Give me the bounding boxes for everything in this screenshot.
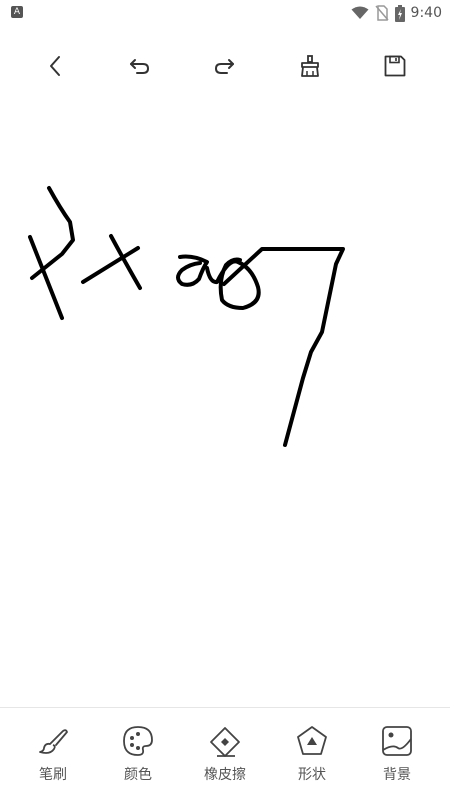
pentagon-icon <box>297 726 327 755</box>
color-tool-label: 颜色 <box>124 767 152 783</box>
stroke <box>205 257 261 310</box>
stroke <box>176 254 209 287</box>
redo-icon <box>214 59 234 74</box>
status-bar: A 9:40 <box>0 0 450 26</box>
redo-button[interactable] <box>204 46 244 86</box>
wifi-icon <box>351 6 369 19</box>
handwriting-strokes <box>28 186 345 447</box>
drawing-canvas[interactable] <box>0 100 450 705</box>
app-notification-icon: A <box>11 6 23 18</box>
no-sim-icon <box>374 5 389 21</box>
stroke <box>30 186 75 280</box>
chevron-left-icon <box>50 56 60 76</box>
broom-icon <box>301 55 319 77</box>
color-tool[interactable]: 颜色 <box>98 724 178 788</box>
battery-charging-icon <box>394 4 405 22</box>
eraser-icon <box>210 727 240 757</box>
brush-icon <box>39 729 68 754</box>
stroke <box>81 246 140 284</box>
top-toolbar <box>0 46 450 86</box>
palette-icon <box>123 726 153 756</box>
shape-tool-label: 形状 <box>298 767 326 783</box>
clear-button[interactable] <box>290 46 330 86</box>
shape-tool[interactable]: 形状 <box>272 724 352 788</box>
back-button[interactable] <box>36 46 76 86</box>
eraser-tool-label: 橡皮擦 <box>204 767 246 783</box>
stroke <box>222 247 345 447</box>
bottom-toolbar: 笔刷 颜色 橡皮擦 形状 背景 <box>0 708 450 800</box>
brush-tool-label: 笔刷 <box>39 767 67 783</box>
eraser-tool[interactable]: 橡皮擦 <box>185 724 265 788</box>
brush-tool[interactable]: 笔刷 <box>13 724 93 788</box>
image-icon <box>382 726 412 756</box>
save-button[interactable] <box>375 46 415 86</box>
background-tool-label: 背景 <box>383 767 411 783</box>
status-time: 9:40 <box>410 5 442 21</box>
save-icon <box>384 55 406 77</box>
undo-button[interactable] <box>120 46 160 86</box>
undo-icon <box>130 59 150 74</box>
background-tool[interactable]: 背景 <box>357 724 437 788</box>
